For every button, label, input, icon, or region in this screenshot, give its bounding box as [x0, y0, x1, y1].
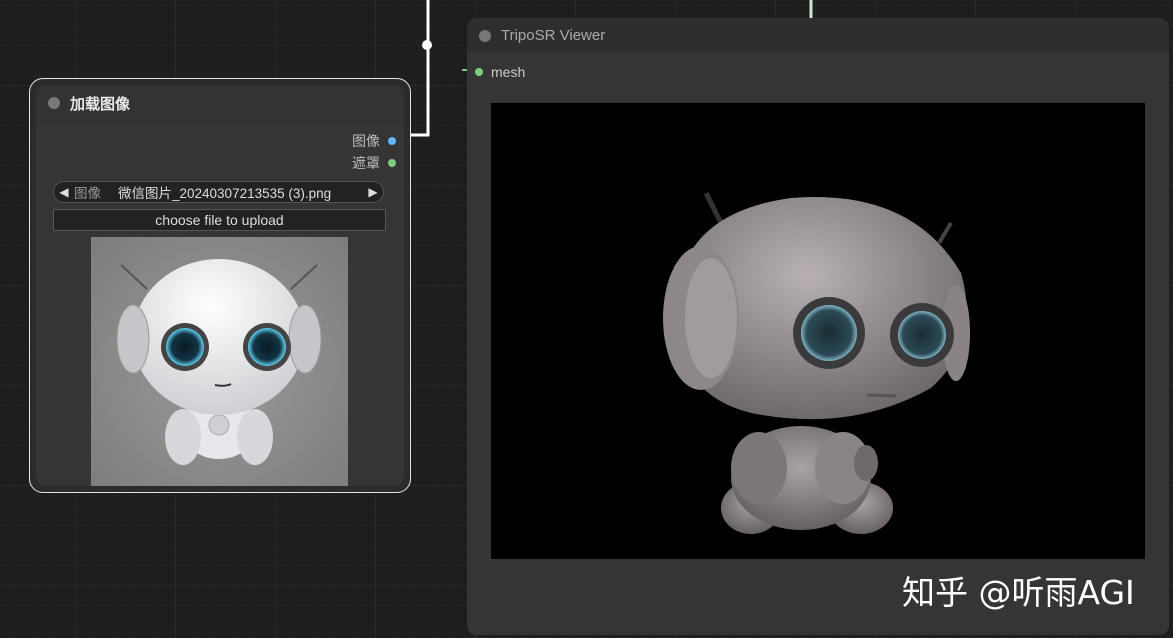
node-title-bar[interactable]: 加载图像: [36, 85, 404, 122]
input-mesh-label: mesh: [491, 64, 526, 80]
robot-image: [91, 237, 348, 486]
watermark-text: 知乎 @听雨AGI: [902, 573, 1135, 612]
arrow-left-icon[interactable]: ◀: [54, 185, 74, 199]
node-title: TripoSR Viewer: [501, 27, 606, 44]
node-title-bar[interactable]: TripoSR Viewer: [467, 18, 1169, 53]
image-select-label: 图像: [74, 186, 101, 201]
output-image-port[interactable]: [388, 137, 396, 145]
arrow-right-icon[interactable]: ▶: [363, 185, 383, 199]
input-mesh-port[interactable]: [475, 68, 483, 76]
image-select-combo[interactable]: ◀ 图像 微信图片_20240307213535 (3).png ▶: [53, 181, 384, 203]
image-preview: [91, 237, 348, 486]
output-mask-label: 遮罩: [352, 155, 380, 171]
image-select-value[interactable]: 微信图片_20240307213535 (3).png: [118, 182, 363, 202]
node-status-dot[interactable]: [479, 29, 491, 42]
output-mask-port[interactable]: [388, 159, 396, 167]
node-status-dot[interactable]: [48, 97, 60, 109]
output-image-label: 图像: [352, 133, 380, 149]
triposr-viewer-node[interactable]: TripoSR Viewer mesh: [467, 18, 1169, 635]
robot-3d-render: [663, 191, 970, 534]
upload-button[interactable]: choose file to upload: [53, 209, 386, 231]
load-image-node[interactable]: 加载图像 图像 遮罩 ◀ 图像 微信图片_20240307213535 (3).…: [29, 78, 411, 493]
3d-viewport[interactable]: [491, 103, 1145, 559]
output-image[interactable]: 图像: [352, 131, 396, 151]
input-mesh[interactable]: mesh: [475, 64, 525, 80]
node-title: 加载图像: [70, 95, 131, 113]
output-mask[interactable]: 遮罩: [352, 153, 396, 173]
